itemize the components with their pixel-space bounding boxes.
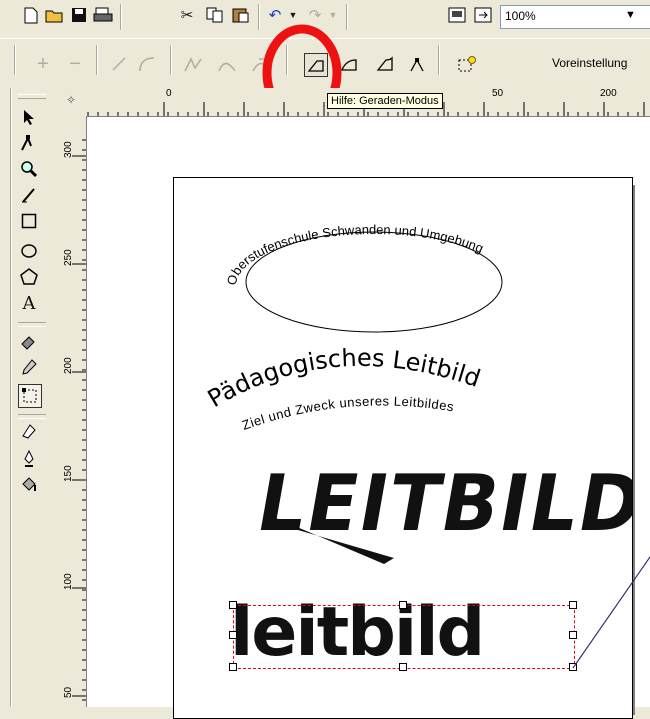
zoom-value: 100% <box>505 9 536 23</box>
tooltip: Hilfe: Geraden-Modus <box>327 93 443 109</box>
ruler-origin-icon[interactable]: ✧ <box>66 93 76 107</box>
ruler-tick-200: 200 <box>600 88 617 99</box>
ruler-tick-50: 50 <box>492 88 504 99</box>
ruler-corner[interactable]: ✧ <box>60 88 87 117</box>
ruler-tick-100: 100 <box>63 573 74 590</box>
eyedropper-tool-icon[interactable] <box>18 356 40 378</box>
pick-tool-icon[interactable] <box>18 106 40 128</box>
cut-icon[interactable]: ✂ <box>176 4 198 26</box>
copy-icon[interactable] <box>204 4 226 26</box>
node-tool-icon[interactable] <box>406 53 428 75</box>
export-icon[interactable] <box>472 4 494 26</box>
zoom-tool-icon[interactable] <box>18 158 40 180</box>
pen-tool-icon[interactable] <box>18 448 40 470</box>
toolbox: A <box>0 88 60 707</box>
shape-tool-icon[interactable] <box>18 132 40 154</box>
interactive-fill-icon[interactable] <box>18 330 40 352</box>
chevron-down-icon[interactable]: ▼ <box>625 9 636 21</box>
new-icon[interactable] <box>20 4 42 26</box>
select-all-nodes-icon[interactable] <box>456 53 478 75</box>
text-tool-icon[interactable]: A <box>18 292 40 314</box>
ellipse-tool-icon[interactable] <box>18 240 40 262</box>
to-curve-icon[interactable] <box>136 53 158 75</box>
ruler-tick-50v: 50 <box>63 686 74 698</box>
paste-icon[interactable] <box>230 4 252 26</box>
vertical-ruler[interactable]: 300 250 200 150 100 50 <box>60 116 87 707</box>
save-icon[interactable] <box>68 4 90 26</box>
ruler-tick-300: 300 <box>63 141 74 158</box>
to-line-icon[interactable] <box>108 53 130 75</box>
add-node-icon[interactable]: + <box>32 53 54 75</box>
ruler-tick-150: 150 <box>63 465 74 482</box>
drawing-canvas[interactable]: Oberstufenschule Schwanden und Umgebung … <box>87 117 650 719</box>
zoom-select[interactable]: 100% ▼ <box>500 5 650 29</box>
auto-mode-icon[interactable] <box>374 53 396 75</box>
ruler-tick-200v: 200 <box>63 357 74 374</box>
import-icon[interactable] <box>446 4 468 26</box>
connector-line <box>572 556 650 669</box>
ruler-tick-250: 250 <box>63 249 74 266</box>
preset-label[interactable]: Voreinstellung <box>552 56 627 70</box>
polygon-tool-icon[interactable] <box>18 266 40 288</box>
fill-bucket-icon[interactable] <box>18 474 40 496</box>
smooth-node-icon[interactable] <box>216 53 238 75</box>
cusp-node-icon[interactable] <box>182 53 204 75</box>
tooltip-text: Hilfe: Geraden-Modus <box>331 95 439 107</box>
delete-node-icon[interactable]: − <box>64 53 86 75</box>
rectangle-tool-icon[interactable] <box>18 210 40 232</box>
node-edit-icon[interactable] <box>18 384 42 408</box>
outline-tool-icon[interactable] <box>18 420 40 442</box>
open-icon[interactable] <box>44 4 66 26</box>
freehand-tool-icon[interactable] <box>18 184 40 206</box>
print-icon[interactable] <box>92 4 114 26</box>
ruler-tick-0: 0 <box>166 88 172 99</box>
